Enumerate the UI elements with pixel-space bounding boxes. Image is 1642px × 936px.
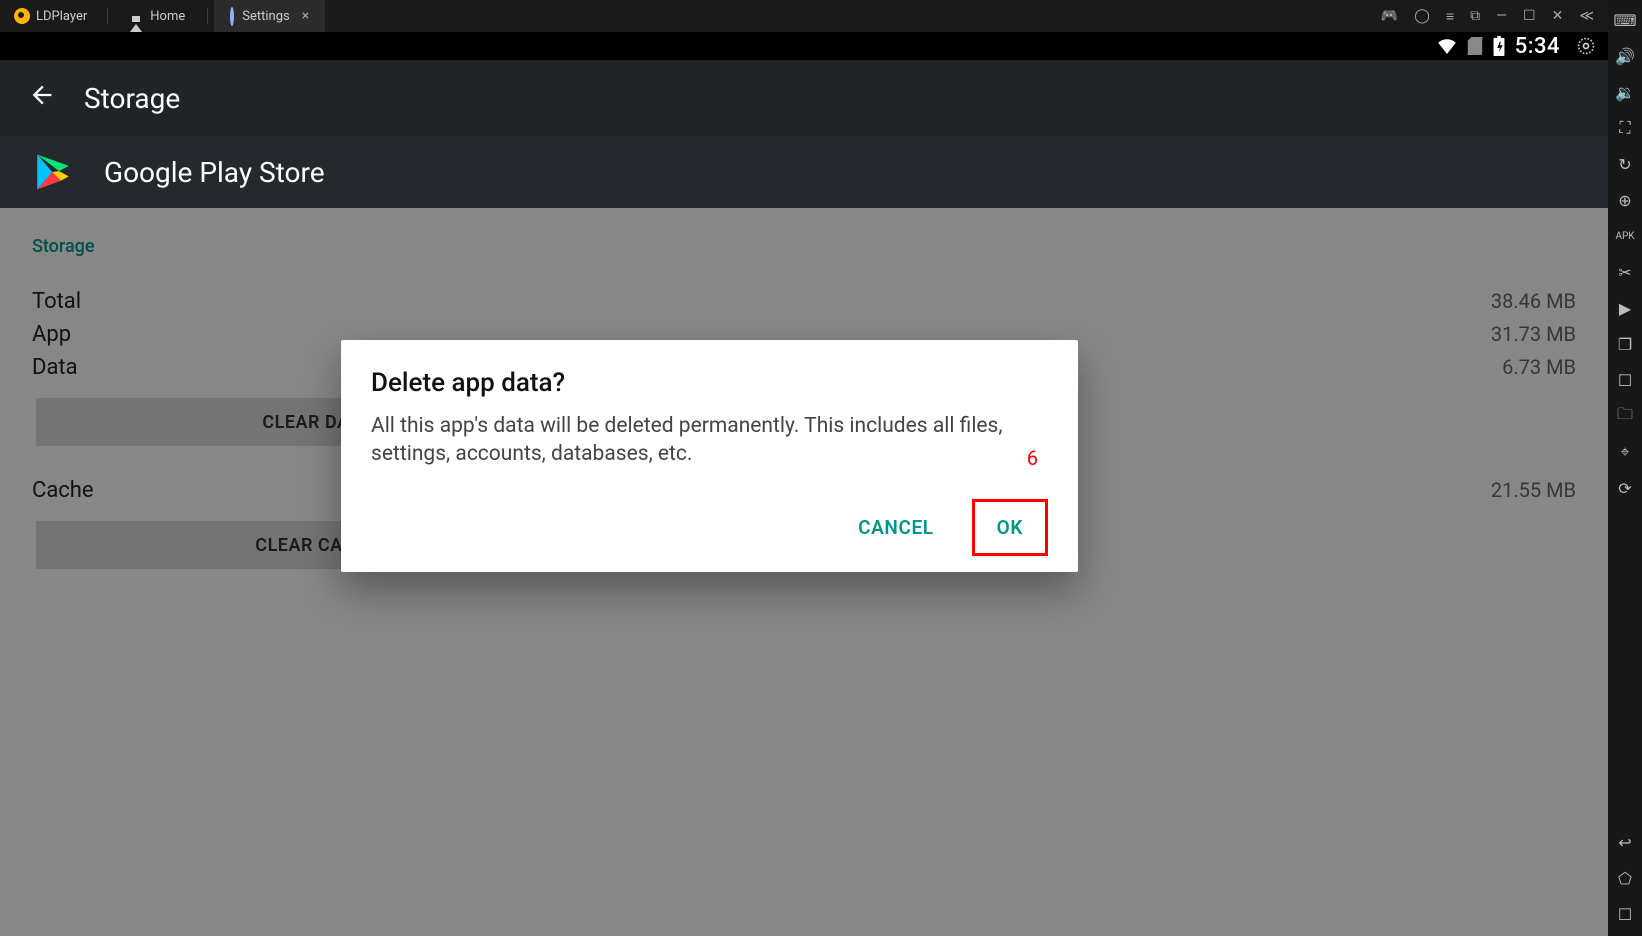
app-name: Google Play Store xyxy=(104,156,325,189)
rotate-icon[interactable]: ⟳ xyxy=(1615,478,1635,498)
row-label: App xyxy=(32,322,71,347)
tab-label: Settings xyxy=(242,9,289,24)
annotation-number: 6 xyxy=(1027,446,1038,470)
gamepad-icon[interactable]: 🎮 xyxy=(1381,8,1398,24)
row-label: Cache xyxy=(32,478,94,503)
menu-icon[interactable]: ≡ xyxy=(1446,8,1454,25)
brand: LDPlayer xyxy=(0,8,101,24)
close-window-icon[interactable]: ✕ xyxy=(1552,8,1564,24)
play-store-icon xyxy=(32,151,74,193)
row-value: 38.46 MB xyxy=(1491,289,1576,314)
settings-sidebar-icon[interactable]: ☐ xyxy=(1615,370,1635,390)
tab-home[interactable]: Home xyxy=(114,0,201,32)
shared-folder-icon[interactable]: 🗀 xyxy=(1615,406,1635,426)
gps-icon[interactable]: ⌖ xyxy=(1615,442,1635,462)
close-icon[interactable]: × xyxy=(302,8,309,24)
dialog-title: Delete app data? xyxy=(371,368,1048,398)
tab-settings[interactable]: Settings × xyxy=(214,0,325,32)
sync-icon[interactable]: ↻ xyxy=(1615,154,1635,174)
add-instance-icon[interactable]: ⊕ xyxy=(1615,190,1635,210)
row-value: 6.73 MB xyxy=(1502,355,1576,380)
pip-icon[interactable]: ⧉ xyxy=(1470,8,1480,24)
titlebar: LDPlayer Home Settings × 🎮 ◯ ≡ ⧉ — ☐ ✕ xyxy=(0,0,1608,32)
apk-install-icon[interactable]: APK xyxy=(1615,226,1635,246)
no-sim-icon xyxy=(1467,37,1483,55)
dialog-body: All this app's data will be deleted perm… xyxy=(371,412,1048,469)
minimize-icon[interactable]: — xyxy=(1496,8,1507,24)
cancel-button[interactable]: CANCEL xyxy=(844,506,948,549)
gear-icon xyxy=(230,9,234,24)
emulator-sidebar: ⌨ 🔊 🔉 ⛶ ↻ ⊕ APK ✂ ▶ ❐ ☐ 🗀 ⌖ ⟳ ↩ ⬠ ☐ xyxy=(1608,0,1642,936)
clock: 5:34 xyxy=(1515,34,1560,59)
recents-sys-icon[interactable]: ☐ xyxy=(1615,904,1635,924)
fullscreen-icon[interactable]: ⛶ xyxy=(1615,118,1635,138)
ok-button[interactable]: OK xyxy=(972,499,1048,556)
content-area: Storage Total 38.46 MB App 31.73 MB Data… xyxy=(0,208,1608,936)
dialog-actions: CANCEL OK xyxy=(371,499,1048,556)
multi-instance-icon[interactable]: ❐ xyxy=(1615,334,1635,354)
section-label-storage: Storage xyxy=(32,236,1576,257)
collapse-sidebar-icon[interactable]: ≪ xyxy=(1579,8,1594,24)
titlebar-divider xyxy=(107,8,108,24)
home-sys-icon[interactable]: ⬠ xyxy=(1615,868,1635,888)
wifi-icon xyxy=(1437,38,1457,54)
app-root: LDPlayer Home Settings × 🎮 ◯ ≡ ⧉ — ☐ ✕ xyxy=(0,0,1642,936)
play-controls-icon[interactable]: ▶ xyxy=(1615,298,1635,318)
user-icon[interactable]: ◯ xyxy=(1414,8,1430,24)
row-label: Data xyxy=(32,355,78,380)
settings-gear-icon[interactable] xyxy=(1576,36,1596,56)
brand-label: LDPlayer xyxy=(36,9,87,24)
row-value: 31.73 MB xyxy=(1491,322,1576,347)
main-column: LDPlayer Home Settings × 🎮 ◯ ≡ ⧉ — ☐ ✕ xyxy=(0,0,1608,936)
page-header: Storage xyxy=(0,60,1608,136)
keyboard-icon[interactable]: ⌨ xyxy=(1615,10,1635,30)
cut-icon[interactable]: ✂ xyxy=(1615,262,1635,282)
delete-app-data-dialog: Delete app data? All this app's data wil… xyxy=(341,340,1078,572)
back-sys-icon[interactable]: ↩ xyxy=(1615,832,1635,852)
tab-label: Home xyxy=(150,9,185,24)
maximize-icon[interactable]: ☐ xyxy=(1523,8,1536,24)
battery-charging-icon xyxy=(1493,36,1505,56)
row-label: Total xyxy=(32,289,81,314)
page-title: Storage xyxy=(84,82,180,115)
ldplayer-logo-icon xyxy=(14,8,30,24)
volume-down-icon[interactable]: 🔉 xyxy=(1615,82,1635,102)
home-icon xyxy=(130,9,142,24)
row-total: Total 38.46 MB xyxy=(32,285,1576,318)
back-arrow-icon[interactable] xyxy=(28,81,56,116)
row-value: 21.55 MB xyxy=(1491,478,1576,503)
titlebar-divider xyxy=(207,8,208,24)
volume-up-icon[interactable]: 🔊 xyxy=(1615,46,1635,66)
app-header: Google Play Store xyxy=(0,136,1608,208)
android-statusbar: 5:34 xyxy=(0,32,1608,60)
window-controls: 🎮 ◯ ≡ ⧉ — ☐ ✕ ≪ xyxy=(1367,0,1608,32)
